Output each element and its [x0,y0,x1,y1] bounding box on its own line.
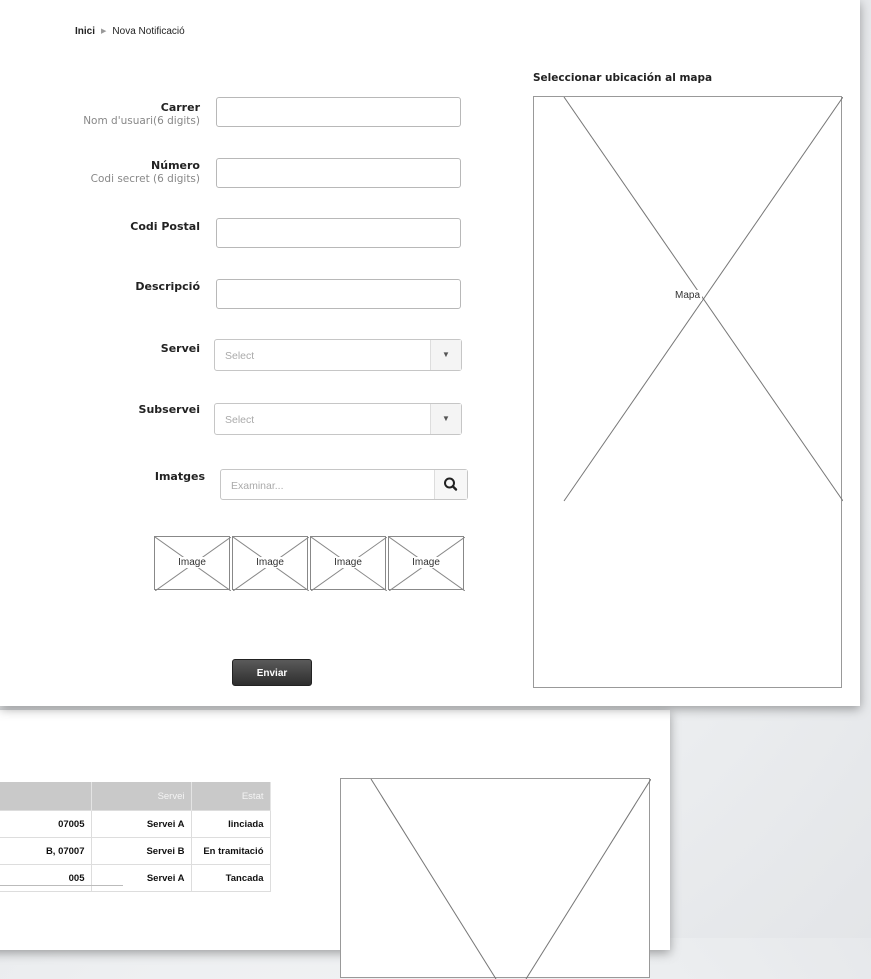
number-label: Número [151,159,200,172]
map-label: Mapa [672,290,702,301]
service-select-value: Select [225,350,255,362]
description-input[interactable] [216,279,461,309]
chevron-down-icon[interactable]: ▼ [430,340,461,370]
thumbnail-label: Image [176,557,208,568]
table-header-row: Servei Estat [0,782,271,811]
table-row[interactable]: 07005 Servei A Iinciada [0,810,271,838]
breadcrumb-home[interactable]: Inici [75,26,95,37]
postal-label: Codi Postal [130,220,200,233]
number-input[interactable] [216,158,461,188]
description-label-group: Descripció [135,280,200,293]
header-service: Servei [91,782,192,811]
number-sublabel: Codi secret (6 digits) [90,173,200,185]
header-address [0,782,92,811]
service-select[interactable]: Select ▼ [214,339,462,371]
cell-service: Servei A [90,810,192,838]
subservice-select-value: Select [225,414,255,426]
thumbnail-label: Image [410,557,442,568]
images-label-group: Imatges [155,470,205,483]
cell-address: B, 07007 [0,837,92,865]
subservice-select[interactable]: Select ▼ [214,403,462,435]
table-row[interactable]: 005 Servei A Tancada [0,864,271,892]
breadcrumb: Inici ▶ Nova Notificació [75,26,185,37]
subservice-label: Subservei [138,403,200,416]
street-label-group: Carrer Nom d'usuari(6 digits) [83,101,200,127]
images-label: Imatges [154,470,205,483]
cell-service: Servei A [90,864,192,892]
new-notification-sheet: Inici ▶ Nova Notificació Carrer Nom d'usua… [0,0,860,706]
chevron-down-icon[interactable]: ▼ [430,404,461,434]
cell-address: 005 [0,864,92,892]
map-placeholder-lines [370,779,651,979]
map-title: Seleccionar ubicación al mapa [533,72,713,84]
cell-status: Iinciada [190,810,271,838]
service-label-group: Servei [161,342,200,355]
image-thumbnail[interactable]: Image [388,536,465,591]
description-label: Descripció [135,280,200,293]
postal-label-group: Codi Postal [130,220,200,233]
thumbnail-label: Image [332,557,364,568]
location-map[interactable]: Mapa [533,96,843,688]
notifications-table: Servei Estat 07005 Servei A Iinciada B, … [0,782,271,892]
cell-status: Tancada [190,864,271,892]
table-row[interactable]: B, 07007 Servei B En tramitació [0,837,271,865]
list-sheet: Servei Estat 07005 Servei A Iinciada B, … [0,710,670,979]
file-input-placeholder: Examinar... [231,480,284,492]
image-thumbnail[interactable]: Image [310,536,387,591]
subservice-label-group: Subservei [139,403,200,416]
cell-address: 07005 [0,810,92,838]
divider [0,885,123,886]
cell-status: En tramitació [190,837,271,865]
breadcrumb-current: Nova Notificació [112,26,185,37]
street-input[interactable] [216,97,461,127]
search-icon[interactable] [434,470,467,499]
map-placeholder-lines [563,97,843,502]
street-label: Carrer [160,101,200,114]
street-sublabel: Nom d'usuari(6 digits) [83,115,200,127]
number-label-group: Número Codi secret (6 digits) [91,159,200,185]
cell-service: Servei B [90,837,192,865]
thumbnail-label: Image [254,557,286,568]
map-preview[interactable] [340,778,651,979]
postal-code-input[interactable] [216,218,461,248]
service-label: Servei [160,342,200,355]
header-status: Estat [191,782,271,811]
image-file-input[interactable]: Examinar... [220,469,468,500]
image-thumbnail[interactable]: Image [154,536,231,591]
image-thumbnail[interactable]: Image [232,536,309,591]
submit-button[interactable]: Enviar [232,659,312,686]
breadcrumb-separator-icon: ▶ [101,28,107,35]
